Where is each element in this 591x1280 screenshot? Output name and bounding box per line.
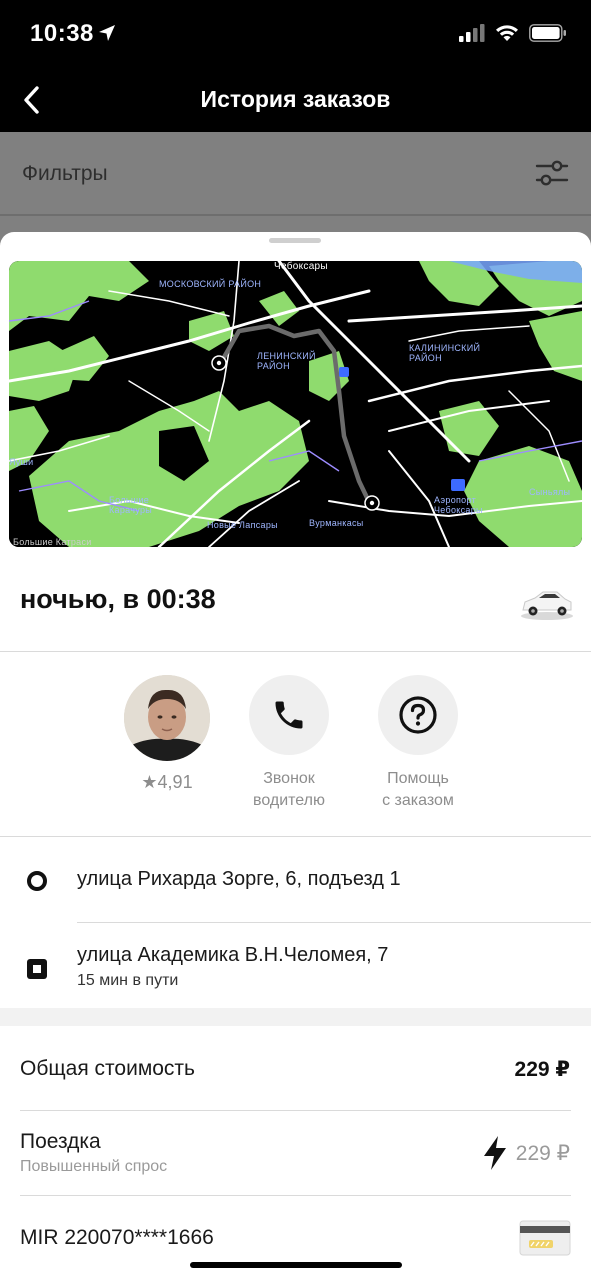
sheet-grabber[interactable] <box>269 238 321 243</box>
metro-icon <box>339 367 349 377</box>
order-time: ночью, в 00:38 <box>20 584 216 614</box>
route-map[interactable]: Чебоксары Московский район Ленинский рай… <box>9 261 582 547</box>
cellular-signal-icon <box>459 24 485 42</box>
from-address: улица Рихарда Зорге, 6, подъезд 1 <box>77 868 401 890</box>
divider <box>0 651 591 652</box>
route-point-from[interactable]: улица Рихарда Зорге, 6, подъезд 1 <box>0 862 591 922</box>
nav-bar: История заказов <box>0 70 591 132</box>
map-label-syrbyly: Сыньялы <box>529 487 571 497</box>
divider <box>77 922 591 923</box>
phone-icon <box>275 701 303 729</box>
divider <box>20 1110 571 1111</box>
home-indicator <box>190 1262 402 1268</box>
total-cost-row: Общая стоимость 229 ₽ <box>0 1054 591 1110</box>
map-label-kalininsky: Калининский район <box>409 343 481 363</box>
surge-label: Повышенный спрос <box>20 1158 168 1175</box>
map-label-vurmankasy: Вурманкасы <box>309 518 364 528</box>
to-address: улица Академика В.Н.Челомея, 7 <box>77 944 389 966</box>
airport-icon <box>451 479 465 491</box>
divider <box>20 1195 571 1196</box>
end-pin-icon <box>364 495 380 511</box>
section-separator <box>0 1008 591 1026</box>
location-arrow-icon <box>99 25 115 41</box>
call-driver-button[interactable] <box>249 675 329 755</box>
question-circle-icon <box>399 696 437 734</box>
filter-sliders-icon[interactable] <box>535 158 569 188</box>
battery-icon <box>529 24 566 42</box>
route-point-to[interactable]: улица Академика В.Н.Челомея, 7 15 мин в … <box>0 940 591 1000</box>
order-help-button[interactable] <box>378 675 458 755</box>
map-label-bolshie-karachury: Большие Карачуры <box>109 495 153 515</box>
page-title: История заказов <box>200 86 391 112</box>
map-label-yushi: Яуши <box>9 457 34 467</box>
map-label-moskovsky: Московский район <box>159 279 262 289</box>
map-label-novye-lapsary: Новые Лапсары <box>207 520 278 530</box>
divider <box>0 836 591 837</box>
driver-avatar[interactable] <box>124 675 210 761</box>
lightning-icon <box>484 1136 506 1170</box>
end-point-icon <box>27 959 47 979</box>
car-icon <box>521 591 573 620</box>
ride-cost-row: Поездка Повышенный спрос 229 ₽ <box>0 1128 591 1194</box>
payment-card-label: MIR 220070****1666 <box>20 1226 214 1249</box>
filters-bar[interactable]: Фильтры <box>0 132 591 216</box>
filters-label: Фильтры <box>22 162 108 185</box>
call-driver-caption: Звонок водителю <box>224 768 354 812</box>
help-caption-line-2: с заказом <box>382 792 454 809</box>
map-label-bolshie-katrasy: Большие Катраси <box>13 537 92 547</box>
status-bar: 10:38 <box>0 0 591 70</box>
bank-card-icon <box>519 1220 571 1256</box>
start-pin-icon <box>211 355 227 371</box>
map-label-cheboksary: Чебоксары <box>274 261 328 272</box>
total-cost-label: Общая стоимость <box>20 1057 195 1080</box>
status-time: 10:38 <box>30 20 94 47</box>
order-details-sheet: Чебоксары Московский район Ленинский рай… <box>0 232 591 1280</box>
map-label-airport: Аэропорт Чебоксары <box>434 495 483 515</box>
driver-photo <box>124 675 210 761</box>
call-caption-line-1: Звонок <box>263 770 315 787</box>
order-help-caption: Помощь с заказом <box>353 768 483 812</box>
trip-duration: 15 мин в пути <box>77 972 179 989</box>
ride-cost-value: 229 ₽ <box>515 1142 570 1165</box>
driver-actions-row: ★4,91 Звонок водителю Помощь с заказом <box>0 672 591 822</box>
map-canvas <box>9 261 582 547</box>
ride-cost-label: Поездка <box>20 1130 101 1153</box>
map-label-leninsky: Ленинский район <box>257 351 316 371</box>
start-point-icon <box>27 871 47 891</box>
driver-rating: ★4,91 <box>141 772 193 792</box>
help-caption-line-1: Помощь <box>387 770 449 787</box>
call-caption-line-2: водителю <box>253 792 325 809</box>
wifi-icon <box>496 25 518 41</box>
total-cost-value: 229 ₽ <box>514 1058 570 1081</box>
